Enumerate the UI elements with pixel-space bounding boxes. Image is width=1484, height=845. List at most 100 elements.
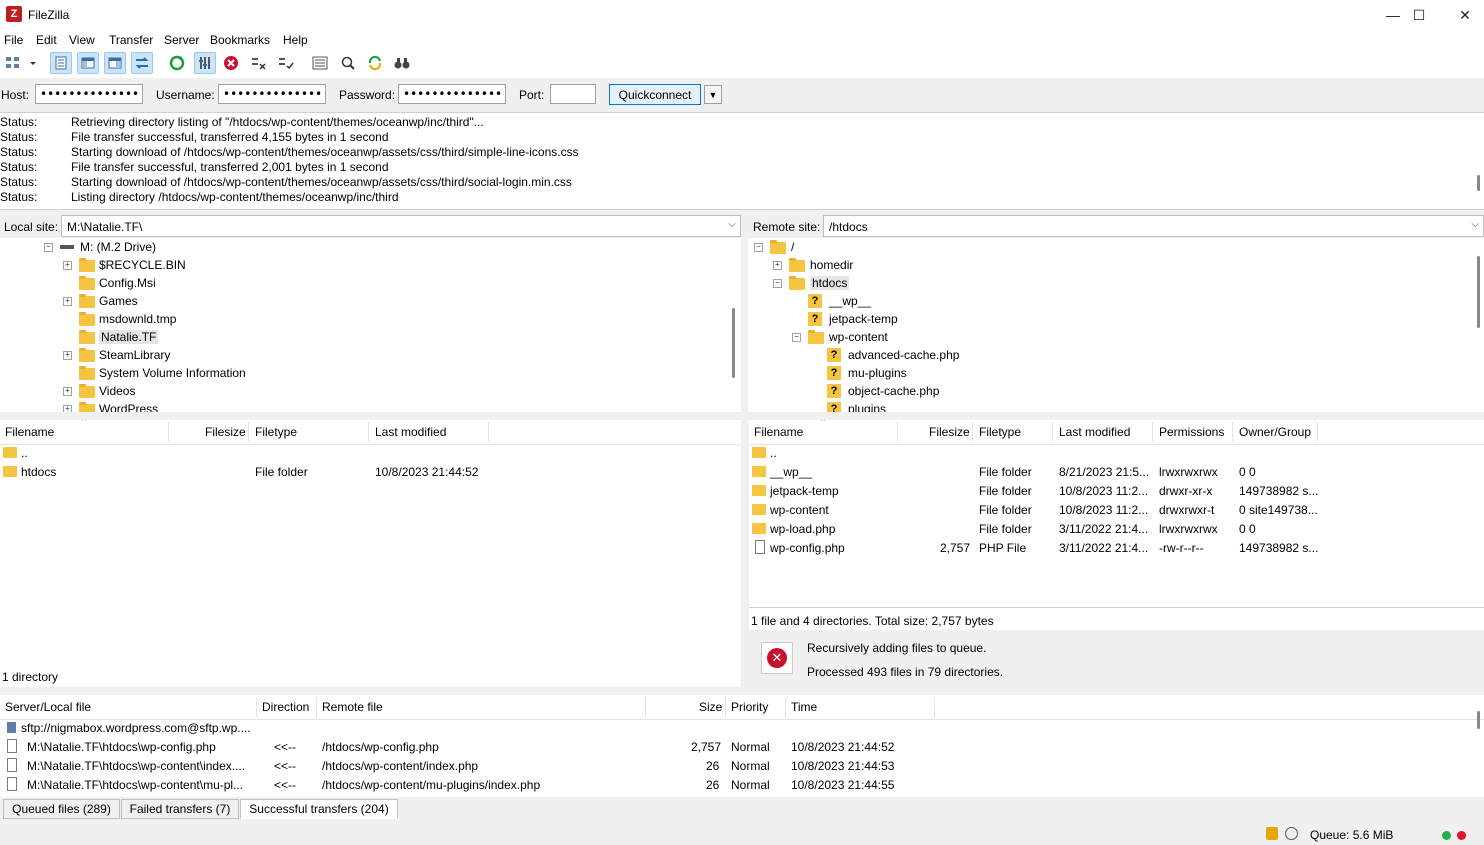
folder-icon: [808, 330, 824, 344]
col-server-local-file[interactable]: Server/Local file: [5, 700, 91, 714]
chevron-down-icon[interactable]: ⌵: [728, 219, 736, 230]
menu-edit[interactable]: Edit: [36, 33, 57, 47]
file-row[interactable]: htdocs File folder 10/8/2023 21:44:52: [0, 463, 741, 482]
col-filetype[interactable]: Filetype: [255, 425, 297, 439]
file-row[interactable]: wp-config.php 2,757 PHP File 3/11/2022 2…: [749, 539, 1484, 558]
folder-icon: [79, 348, 95, 362]
toggle-log-icon[interactable]: [50, 52, 72, 74]
queue-row[interactable]: M:\Natalie.TF\htdocs\wp-config.php <<-- …: [0, 738, 1484, 757]
expand-icon[interactable]: +: [63, 297, 72, 306]
search-icon[interactable]: [337, 52, 359, 74]
local-site-path-input[interactable]: M:\Natalie.TF\ ⌵: [61, 215, 741, 237]
file-row[interactable]: ..: [749, 444, 1484, 463]
tab-successful-transfers[interactable]: Successful transfers (204): [240, 799, 398, 819]
host-input[interactable]: ••••••••••••••: [35, 84, 143, 104]
col-remote-file[interactable]: Remote file: [322, 700, 383, 714]
speed-limits-icon[interactable]: [1285, 827, 1298, 840]
maximize-button[interactable]: ☐: [1396, 0, 1442, 30]
toggle-remote-tree-icon[interactable]: [104, 52, 126, 74]
notification-line-2: Processed 493 files in 79 directories.: [807, 665, 1004, 679]
col-priority[interactable]: Priority: [731, 700, 768, 714]
refresh-icon[interactable]: [166, 52, 188, 74]
toggle-local-tree-icon[interactable]: [77, 52, 99, 74]
drive-icon: [60, 245, 74, 249]
file-row[interactable]: ..: [0, 444, 741, 463]
folder-icon: [79, 294, 95, 308]
col-size[interactable]: Size: [699, 700, 722, 714]
folder-icon: [79, 312, 95, 326]
binoculars-icon[interactable]: [391, 52, 413, 74]
toggle-queue-icon[interactable]: [131, 52, 153, 74]
synchronized-browsing-icon[interactable]: [364, 52, 386, 74]
queue-tabs: Queued files (289) Failed transfers (7) …: [0, 798, 1484, 822]
remote-tree-scrollbar[interactable]: [1477, 256, 1480, 328]
menu-file[interactable]: File: [4, 33, 23, 47]
col-last-modified[interactable]: Last modified: [1059, 425, 1130, 439]
username-input[interactable]: ••••••••••••••: [218, 84, 326, 104]
remote-site-bar: Remote site: /htdocs ⌵: [748, 214, 1484, 238]
menu-transfer[interactable]: Transfer: [109, 33, 153, 47]
tab-failed-transfers[interactable]: Failed transfers (7): [121, 799, 239, 819]
port-input[interactable]: [550, 84, 596, 104]
password-input[interactable]: ••••••••••••••: [398, 84, 506, 104]
notification-panel: ✕ Recursively adding files to queue. Pro…: [749, 632, 1484, 692]
sort-ascending-icon: ⌃: [80, 420, 88, 427]
collapse-icon[interactable]: −: [773, 279, 782, 288]
log-scrollbar[interactable]: [1477, 175, 1480, 191]
menu-server[interactable]: Server: [164, 33, 199, 47]
local-site-label: Local site:: [4, 220, 59, 234]
queue-row[interactable]: M:\Natalie.TF\htdocs\wp-content\mu-pl...…: [0, 776, 1484, 795]
site-manager-icon[interactable]: [2, 52, 24, 74]
folder-icon: [789, 276, 805, 290]
expand-icon[interactable]: +: [63, 261, 72, 270]
reconnect-icon[interactable]: [275, 52, 297, 74]
chevron-down-icon[interactable]: ⌵: [1471, 219, 1479, 230]
title-bar: Z FileZilla — ☐ ✕: [0, 0, 1484, 30]
col-permissions[interactable]: Permissions: [1159, 425, 1224, 439]
close-button[interactable]: ✕: [1442, 0, 1484, 30]
expand-icon[interactable]: +: [63, 387, 72, 396]
queue-server-row[interactable]: sftp://nigmabox.wordpress.com@sftp.wp...…: [0, 719, 1484, 738]
tab-queued-files[interactable]: Queued files (289): [3, 799, 120, 819]
cancel-operation-icon[interactable]: [220, 52, 242, 74]
col-filesize[interactable]: Filesize: [929, 425, 970, 439]
site-manager-dropdown-icon[interactable]: [26, 52, 38, 74]
expand-icon[interactable]: +: [773, 261, 782, 270]
collapse-icon[interactable]: −: [754, 243, 763, 252]
file-row[interactable]: wp-load.php File folder 3/11/2022 21:4..…: [749, 520, 1484, 539]
notification-line-1: Recursively adding files to queue.: [807, 641, 987, 655]
menu-help[interactable]: Help: [283, 33, 308, 47]
col-filename[interactable]: Filename: [754, 425, 803, 439]
quickconnect-button[interactable]: Quickconnect: [609, 84, 701, 105]
folder-icon: [79, 258, 95, 272]
col-owner-group[interactable]: Owner/Group: [1239, 425, 1311, 439]
col-filesize[interactable]: Filesize: [205, 425, 246, 439]
port-label: Port:: [519, 88, 545, 102]
queue-scrollbar[interactable]: [1477, 711, 1480, 729]
remote-site-path-input[interactable]: /htdocs ⌵: [823, 215, 1484, 237]
folder-icon: [3, 466, 17, 477]
col-direction[interactable]: Direction: [262, 700, 309, 714]
directory-listing-filters-icon[interactable]: [309, 52, 331, 74]
process-queue-icon[interactable]: [194, 52, 216, 74]
collapse-icon[interactable]: −: [792, 333, 801, 342]
file-row[interactable]: __wp__ File folder 8/21/2023 21:5... lrw…: [749, 463, 1484, 482]
local-tree-scrollbar[interactable]: [732, 308, 735, 378]
file-row[interactable]: jetpack-temp File folder 10/8/2023 11:2.…: [749, 482, 1484, 501]
col-last-modified[interactable]: Last modified: [375, 425, 446, 439]
folder-icon: [3, 447, 17, 458]
col-time[interactable]: Time: [791, 700, 817, 714]
col-filename[interactable]: Filename: [5, 425, 54, 439]
disconnect-icon[interactable]: [248, 52, 270, 74]
expand-icon[interactable]: +: [63, 405, 72, 412]
col-filetype[interactable]: Filetype: [979, 425, 1021, 439]
local-file-list: Filename ⌃ Filesize Filetype Last modifi…: [0, 420, 741, 687]
file-row[interactable]: wp-content File folder 10/8/2023 11:2...…: [749, 501, 1484, 520]
expand-icon[interactable]: +: [63, 351, 72, 360]
quickconnect-dropdown-icon[interactable]: ▼: [704, 85, 722, 104]
queue-row[interactable]: M:\Natalie.TF\htdocs\wp-content\index...…: [0, 757, 1484, 776]
menu-bookmarks[interactable]: Bookmarks: [210, 33, 270, 47]
menu-view[interactable]: View: [69, 33, 95, 47]
collapse-icon[interactable]: −: [44, 243, 53, 252]
remote-site-label: Remote site:: [753, 220, 821, 234]
